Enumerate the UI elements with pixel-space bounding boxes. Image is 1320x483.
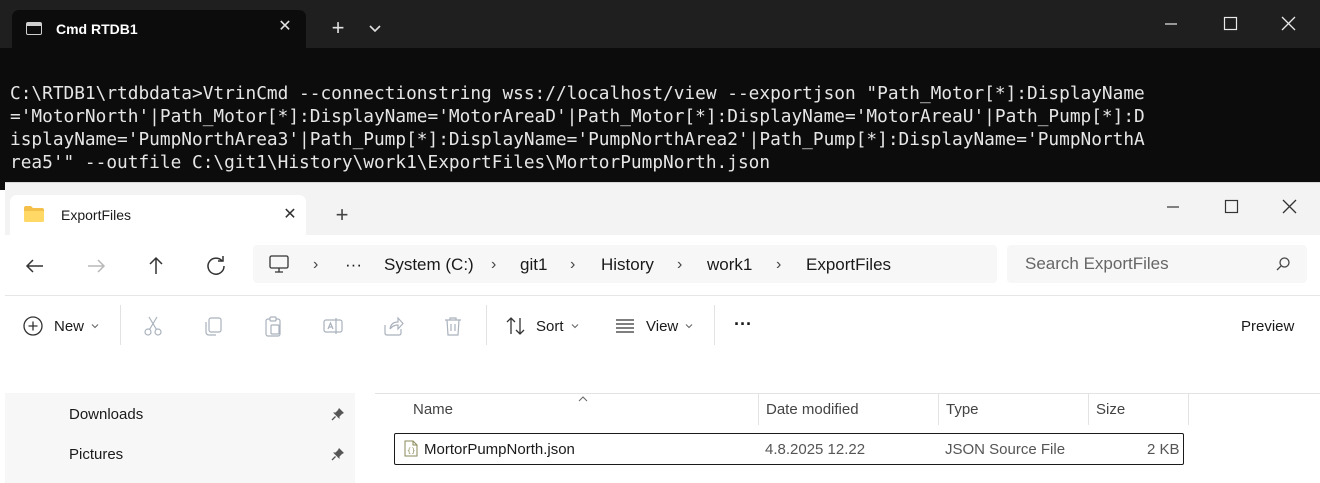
preview-button-label: Preview: [1241, 318, 1295, 335]
breadcrumb-item-git1[interactable]: git1: [520, 255, 547, 275]
explorer-titlebar: ExportFiles ✕ +: [5, 183, 1320, 235]
pin-icon[interactable]: [331, 407, 345, 421]
maximize-button[interactable]: [1208, 191, 1254, 223]
terminal-output[interactable]: C:\RTDB1\rtdbdata>VtrinCmd --connections…: [10, 82, 1310, 174]
sort-ascending-icon: [578, 390, 588, 402]
breadcrumb-item-work1[interactable]: work1: [707, 255, 752, 275]
close-tab-icon[interactable]: ✕: [274, 15, 296, 39]
search-icon[interactable]: [1275, 256, 1291, 272]
sort-button[interactable]: Sort: [505, 315, 585, 337]
details-subbar: [5, 353, 400, 393]
explorer-tab[interactable]: ExportFiles ✕: [10, 195, 306, 235]
chevron-down-icon: [91, 324, 99, 329]
column-header-name[interactable]: Name: [413, 401, 453, 418]
toolbar-divider: [486, 305, 487, 345]
breadcrumb[interactable]: › ··· System (C:) › git1 › History › wor…: [253, 245, 997, 283]
terminal-window: Cmd RTDB1 ✕ + C:\RTDB1\rtdbdata>VtrinCmd…: [0, 0, 1320, 190]
close-window-button[interactable]: [1265, 8, 1311, 40]
column-header-size[interactable]: Size: [1096, 401, 1125, 418]
terminal-tab-title: Cmd RTDB1: [56, 21, 138, 37]
chevron-right-icon[interactable]: ›: [570, 256, 575, 274]
svg-text:{}: {}: [407, 447, 415, 455]
column-divider[interactable]: [938, 393, 939, 425]
close-tab-icon[interactable]: ✕: [278, 203, 302, 227]
new-button-label: New: [54, 318, 85, 335]
breadcrumb-item-exportfiles[interactable]: ExportFiles: [806, 255, 891, 275]
pin-icon[interactable]: [331, 447, 345, 461]
new-tab-button[interactable]: +: [326, 16, 350, 40]
more-options-icon: ···: [734, 314, 752, 334]
column-header-type[interactable]: Type: [946, 401, 979, 418]
cmd-icon: [26, 22, 42, 35]
terminal-line: isplayName='PumpNorthArea3'|Path_Pump[*]…: [10, 129, 1145, 150]
breadcrumb-item-history[interactable]: History: [601, 255, 654, 275]
chevron-right-icon[interactable]: ›: [776, 256, 781, 274]
chevron-right-icon[interactable]: ›: [677, 256, 682, 274]
more-options-button[interactable]: ···: [734, 314, 758, 337]
paste-icon[interactable]: [262, 315, 284, 337]
explorer-window: ExportFiles ✕ + › ··· System (C:) › git1: [5, 182, 1320, 483]
cut-icon[interactable]: [142, 315, 164, 337]
delete-icon[interactable]: [442, 315, 464, 337]
search-box[interactable]: [1007, 245, 1307, 283]
navigation-pane: [5, 393, 355, 483]
column-header-date-modified[interactable]: Date modified: [766, 401, 859, 418]
toolbar-divider: [714, 305, 715, 345]
back-button[interactable]: [20, 251, 50, 281]
forward-button[interactable]: [81, 251, 111, 281]
sort-button-label: Sort: [536, 318, 564, 335]
toolbar-divider: [120, 305, 121, 345]
this-pc-icon[interactable]: [269, 255, 289, 273]
chevron-right-icon[interactable]: ›: [491, 256, 496, 274]
plus-circle-icon: [23, 316, 43, 336]
close-window-button[interactable]: [1266, 191, 1312, 223]
nav-item-pictures[interactable]: Pictures: [69, 446, 123, 463]
column-divider[interactable]: [1088, 393, 1089, 425]
new-button[interactable]: New: [22, 315, 102, 337]
file-date-modified: 4.8.2025 12.22: [765, 441, 866, 458]
refresh-button[interactable]: [201, 251, 231, 281]
terminal-tab[interactable]: Cmd RTDB1 ✕: [12, 10, 306, 48]
json-file-icon: {}: [404, 440, 418, 457]
sort-icon: [506, 317, 525, 335]
nav-item-downloads[interactable]: Downloads: [69, 406, 143, 423]
terminal-line: rea5'" --outfile C:\git1\History\work1\E…: [10, 152, 771, 173]
view-button[interactable]: View: [614, 315, 699, 337]
folder-icon: [24, 206, 44, 222]
up-button[interactable]: [141, 251, 171, 281]
column-divider[interactable]: [1188, 393, 1189, 425]
breadcrumb-overflow[interactable]: ···: [345, 255, 362, 275]
copy-icon[interactable]: [202, 315, 224, 337]
share-icon[interactable]: [382, 315, 404, 337]
minimize-button[interactable]: [1150, 191, 1196, 223]
file-name: MortorPumpNorth.json: [424, 441, 575, 458]
preview-button[interactable]: Preview: [1241, 315, 1301, 337]
terminal-line: C:\RTDB1\rtdbdata>VtrinCmd --connections…: [10, 83, 1145, 104]
terminal-line: ='MotorNorth'|Path_Motor[*]:DisplayName=…: [10, 106, 1145, 127]
new-tab-button[interactable]: +: [330, 203, 354, 227]
column-divider[interactable]: [758, 393, 759, 425]
chevron-down-icon[interactable]: [364, 17, 386, 39]
view-icon: [616, 319, 634, 333]
chevron-down-icon: [571, 324, 579, 329]
explorer-tab-title: ExportFiles: [61, 207, 132, 223]
terminal-titlebar: Cmd RTDB1 ✕ +: [0, 0, 1320, 48]
search-input[interactable]: [1025, 253, 1265, 275]
file-size: 2 KB: [1147, 441, 1180, 458]
file-type: JSON Source File: [945, 441, 1066, 458]
rename-icon[interactable]: [322, 315, 344, 337]
view-button-label: View: [646, 318, 679, 335]
chevron-down-icon: [685, 324, 693, 329]
chevron-right-icon[interactable]: ›: [313, 256, 318, 274]
table-row[interactable]: {} MortorPumpNorth.json 4.8.2025 12.22 J…: [394, 433, 1184, 465]
breadcrumb-item-system-c[interactable]: System (C:): [384, 255, 474, 275]
minimize-button[interactable]: [1148, 8, 1194, 40]
maximize-button[interactable]: [1207, 8, 1253, 40]
